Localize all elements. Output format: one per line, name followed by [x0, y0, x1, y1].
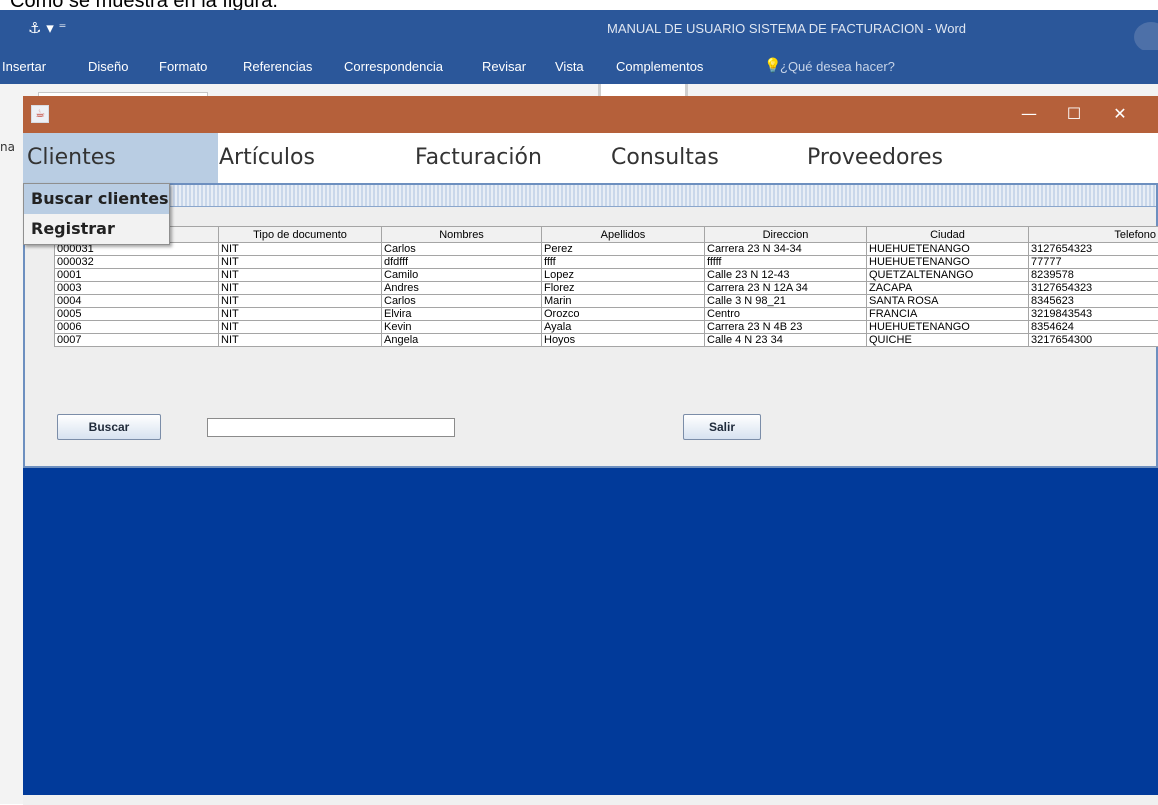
word-ribbon-tabs: Insertar Diseño Formato Referencias Corr…	[0, 50, 1158, 84]
table-row[interactable]: 0004 NIT Carlos Marin Calle 3 N 98_21 SANTA R…	[54, 294, 1158, 308]
table-row[interactable]: 0005 NIT Elvira Orozco Centro FRANCIA 32198435…	[54, 307, 1158, 321]
tab-referencias[interactable]: Referencias	[243, 59, 312, 74]
word-title-bar: ⚓ ▾ ⁼ MANUAL DE USUARIO SISTEMA DE FACTU…	[0, 10, 1158, 52]
quick-access-toolbar[interactable]: ⚓ ▾ ⁼	[28, 19, 66, 37]
table-row[interactable]: 0007 NIT Angela Hoyos Calle 4 N 23 34 QUICHE 3…	[54, 333, 1158, 347]
tab-revisar[interactable]: Revisar	[482, 59, 526, 74]
buscar-button[interactable]: Buscar	[57, 414, 161, 440]
menu-consultas[interactable]: Consultas	[611, 133, 719, 183]
menu-articulos[interactable]: Artículos	[219, 133, 315, 183]
column-header-ciudad[interactable]: Ciudad	[866, 226, 1029, 243]
tab-correspondencia[interactable]: Correspondencia	[344, 59, 443, 74]
menu-item-buscar-clientes[interactable]: Buscar clientes	[24, 184, 169, 214]
close-button[interactable]: ✕	[1097, 100, 1143, 128]
tab-diseno[interactable]: Diseño	[88, 59, 128, 74]
table-row[interactable]: 000031 NIT Carlos Perez Carrera 23 N 34-34 HU…	[54, 242, 1158, 256]
table-row[interactable]: 000032 NIT dfdfff ffff fffff HUEHUETENANGO 777…	[54, 255, 1158, 269]
tab-vista[interactable]: Vista	[555, 59, 584, 74]
screen: Como se muestra en la figura. ⚓ ▾ ⁼ MANU…	[0, 0, 1158, 805]
search-input[interactable]	[207, 418, 455, 437]
java-coffee-icon[interactable]: ☕	[31, 105, 49, 123]
account-icon[interactable]	[1134, 22, 1158, 52]
table-row[interactable]: 0003 NIT Andres Florez Carrera 23 N 12A 34 ZA…	[54, 281, 1158, 295]
tab-insertar[interactable]: Insertar	[2, 59, 46, 74]
window-bottom-strip	[23, 795, 1158, 805]
column-header-tipo-documento[interactable]: Tipo de documento	[218, 226, 382, 243]
table-row[interactable]: 0001 NIT Camilo Lopez Calle 23 N 12-43 QUETZA…	[54, 268, 1158, 282]
internal-frame-title-bar[interactable]	[25, 185, 1156, 207]
ribbon-left-fragment: na	[0, 140, 15, 154]
lightbulb-icon: 💡	[764, 58, 782, 74]
menu-facturacion[interactable]: Facturación	[415, 133, 542, 183]
salir-button[interactable]: Salir	[683, 414, 761, 440]
column-header-direccion[interactable]: Direccion	[704, 226, 867, 243]
table-row[interactable]: 0006 NIT Kevin Ayala Carrera 23 N 4B 23 HUEHU…	[54, 320, 1158, 334]
menu-proveedores[interactable]: Proveedores	[807, 133, 943, 183]
tell-me-input[interactable]: ¿Qué desea hacer?	[780, 59, 895, 74]
menu-bar: Clientes Artículos Facturación Consultas…	[23, 133, 1158, 183]
column-header-nombres[interactable]: Nombres	[381, 226, 542, 243]
desktop-pane	[23, 468, 1158, 795]
tab-complementos[interactable]: Complementos	[616, 59, 703, 74]
column-header-telefono[interactable]: Telefono	[1028, 226, 1158, 243]
clientes-dropdown-menu: Buscar clientes Registrar	[23, 183, 170, 245]
tab-formato[interactable]: Formato	[159, 59, 207, 74]
minimize-button[interactable]: —	[1006, 100, 1052, 128]
java-title-bar[interactable]: ☕ — ☐ ✕	[23, 96, 1158, 133]
clients-table: Tipo de documento Nombres Apellidos Dire…	[54, 226, 1158, 347]
menu-item-registrar[interactable]: Registrar	[24, 214, 169, 244]
column-header-apellidos[interactable]: Apellidos	[541, 226, 705, 243]
maximize-button[interactable]: ☐	[1051, 100, 1097, 128]
menu-clientes[interactable]: Clientes	[23, 133, 218, 183]
word-window-title: MANUAL DE USUARIO SISTEMA DE FACTURACION…	[607, 21, 966, 36]
java-app-window: ☕ — ☐ ✕ Clientes Artículos Facturación C…	[23, 96, 1158, 805]
